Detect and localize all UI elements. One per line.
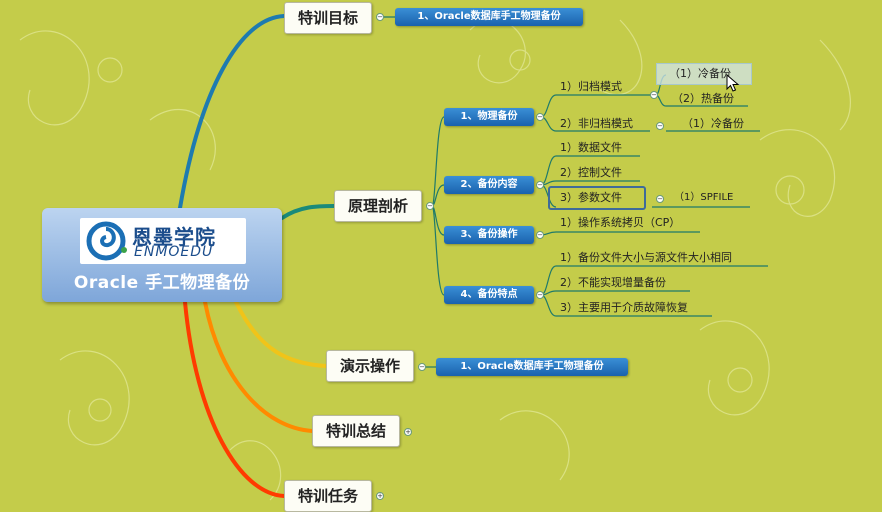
noarchive-cold-backup[interactable]: （1）冷备份 bbox=[682, 116, 744, 132]
topic-principle[interactable]: 原理剖析 bbox=[334, 190, 422, 222]
archive-cold-backup-label: （1）冷备份 bbox=[669, 67, 731, 80]
topic-goal-label: 特训目标 bbox=[297, 9, 358, 27]
content-datafile-label: 1）数据文件 bbox=[560, 141, 622, 154]
subtopic-backup-content[interactable]: 2、备份内容 bbox=[444, 176, 534, 194]
demo-subtopic[interactable]: 1、Oracle数据库手工物理备份 bbox=[436, 358, 628, 376]
feature-same-size-label: 1）备份文件大小与源文件大小相同 bbox=[560, 251, 732, 264]
collapse-toggle-icon[interactable]: − bbox=[536, 181, 544, 189]
feature-no-incremental-label: 2）不能实现增量备份 bbox=[560, 276, 666, 289]
noarchive-mode[interactable]: 2）非归档模式 bbox=[560, 116, 633, 132]
expand-toggle-icon[interactable]: + bbox=[376, 492, 384, 500]
subtopic-backup-operation[interactable]: 3、备份操作 bbox=[444, 226, 534, 244]
goal-subtopic-label: 1、Oracle数据库手工物理备份 bbox=[417, 11, 561, 22]
collapse-toggle-icon[interactable]: − bbox=[426, 202, 434, 210]
swirl-logo-icon bbox=[86, 221, 127, 261]
archive-mode-label: 1）归档模式 bbox=[560, 80, 622, 93]
content-spfile-label: （1）SPFILE bbox=[674, 192, 734, 203]
archive-hot-backup[interactable]: （2）热备份 bbox=[672, 91, 734, 107]
operation-os-copy[interactable]: 1）操作系统拷贝（CP） bbox=[560, 215, 680, 231]
noarchive-cold-backup-label: （1）冷备份 bbox=[682, 117, 744, 130]
collapse-toggle-icon[interactable]: − bbox=[536, 113, 544, 121]
demo-subtopic-label: 1、Oracle数据库手工物理备份 bbox=[460, 361, 604, 372]
central-topic[interactable]: 恩墨学院 ENMOEDU Oracle 手工物理备份 bbox=[42, 208, 282, 302]
collapse-toggle-icon[interactable]: − bbox=[418, 363, 426, 371]
topic-principle-label: 原理剖析 bbox=[347, 197, 408, 215]
topic-goal[interactable]: 特训目标 bbox=[284, 2, 372, 34]
logo-english-text: ENMOEDU bbox=[134, 244, 214, 260]
topic-summary-label: 特训总结 bbox=[325, 422, 386, 440]
central-title: Oracle 手工物理备份 bbox=[73, 273, 251, 293]
collapse-toggle-icon[interactable]: − bbox=[536, 291, 544, 299]
collapse-toggle-icon[interactable]: − bbox=[536, 231, 544, 239]
subtopic-backup-features[interactable]: 4、备份特点 bbox=[444, 286, 534, 304]
content-datafile[interactable]: 1）数据文件 bbox=[560, 140, 622, 156]
subtopic-physical-backup[interactable]: 1、物理备份 bbox=[444, 108, 534, 126]
collapse-toggle-icon[interactable]: − bbox=[376, 13, 384, 21]
archive-hot-backup-label: （2）热备份 bbox=[672, 92, 734, 105]
subtopic-physical-backup-label: 1、物理备份 bbox=[460, 111, 518, 122]
operation-os-copy-label: 1）操作系统拷贝（CP） bbox=[560, 216, 681, 229]
topic-task-label: 特训任务 bbox=[297, 487, 358, 505]
content-controlfile[interactable]: 2）控制文件 bbox=[560, 165, 622, 181]
subtopic-backup-content-label: 2、备份内容 bbox=[460, 179, 518, 190]
feature-same-size[interactable]: 1）备份文件大小与源文件大小相同 bbox=[560, 250, 732, 266]
content-controlfile-label: 2）控制文件 bbox=[560, 166, 622, 179]
subtopic-backup-operation-label: 3、备份操作 bbox=[460, 229, 518, 240]
collapse-toggle-icon[interactable]: − bbox=[650, 91, 658, 99]
mindmap-canvas: 恩墨学院 ENMOEDU Oracle 手工物理备份 特训目标 − 1、Orac… bbox=[0, 0, 882, 512]
topic-summary[interactable]: 特训总结 bbox=[312, 415, 400, 447]
subtopic-backup-features-label: 4、备份特点 bbox=[460, 289, 518, 300]
collapse-toggle-icon[interactable]: − bbox=[656, 195, 664, 203]
feature-media-recovery-label: 3）主要用于介质故障恢复 bbox=[560, 301, 688, 314]
content-spfile[interactable]: （1）SPFILE bbox=[674, 190, 733, 206]
topic-demo[interactable]: 演示操作 bbox=[326, 350, 414, 382]
topic-demo-label: 演示操作 bbox=[339, 357, 400, 375]
topic-task[interactable]: 特训任务 bbox=[284, 480, 372, 512]
feature-media-recovery[interactable]: 3）主要用于介质故障恢复 bbox=[560, 300, 688, 316]
enmoedu-logo: 恩墨学院 ENMOEDU bbox=[80, 218, 246, 264]
content-paramfile[interactable]: 3）参数文件 bbox=[548, 186, 646, 210]
archive-mode[interactable]: 1）归档模式 bbox=[560, 79, 622, 95]
content-paramfile-label: 3）参数文件 bbox=[560, 191, 622, 204]
goal-subtopic[interactable]: 1、Oracle数据库手工物理备份 bbox=[395, 8, 583, 26]
expand-toggle-icon[interactable]: + bbox=[404, 428, 412, 436]
collapse-toggle-icon[interactable]: − bbox=[656, 122, 664, 130]
noarchive-mode-label: 2）非归档模式 bbox=[560, 117, 633, 130]
feature-no-incremental[interactable]: 2）不能实现增量备份 bbox=[560, 275, 666, 291]
